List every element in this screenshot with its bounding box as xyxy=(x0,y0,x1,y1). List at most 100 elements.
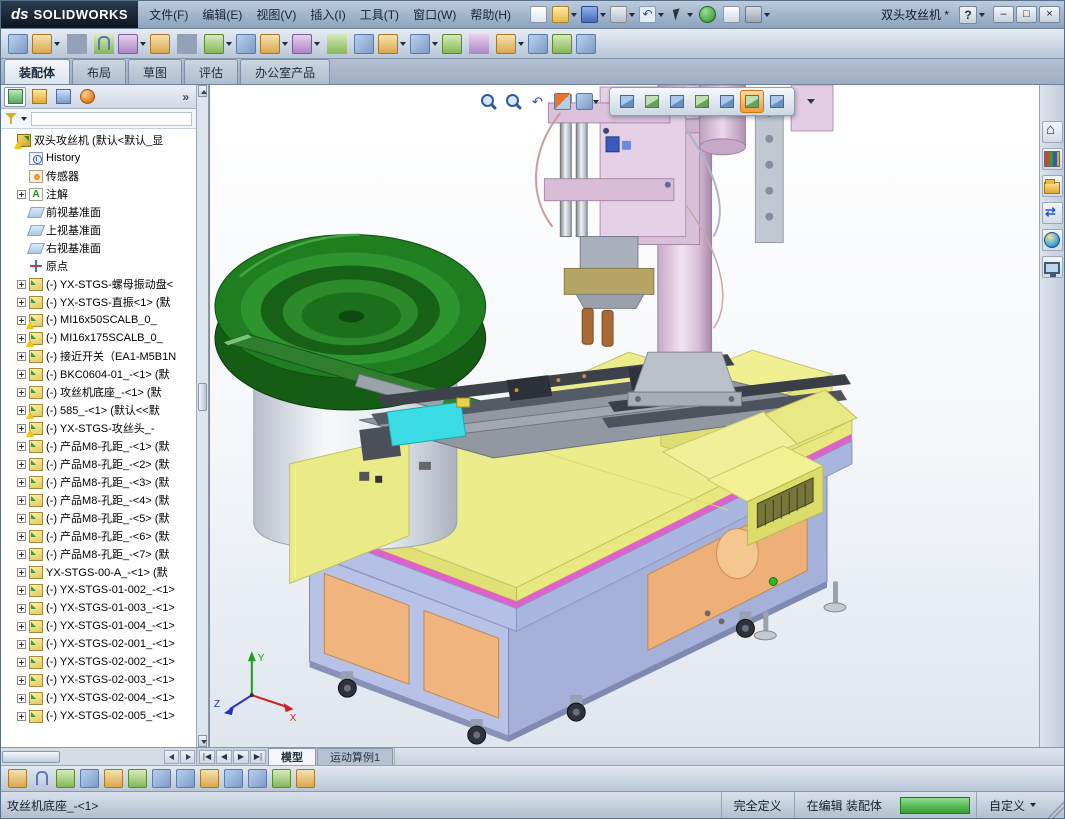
toolbar-button[interactable] xyxy=(637,3,666,27)
toolbar-button[interactable] xyxy=(574,32,598,56)
expand-toggle[interactable] xyxy=(17,603,26,613)
tree-item[interactable]: (-) 产品M8-孔距_-<1> (默 xyxy=(1,437,196,455)
headsup-caret-icon[interactable] xyxy=(807,99,815,104)
tree-item[interactable]: (-) 产品M8-孔距_-<2> (默 xyxy=(1,455,196,473)
dropdown-caret-icon[interactable] xyxy=(140,41,146,46)
toolbar-button[interactable] xyxy=(743,3,772,27)
tree-item[interactable]: (-) YX-STGS-直振<1> (默 xyxy=(1,293,196,311)
tree-item[interactable]: (-) 接近开关（EA1-M5B1N xyxy=(1,347,196,365)
toolbar-button[interactable] xyxy=(125,767,149,791)
dropdown-caret-icon[interactable] xyxy=(282,41,288,46)
scroll-down-button[interactable] xyxy=(198,735,207,747)
3d-model-view[interactable]: Y X Z xyxy=(210,85,1039,747)
filter-caret-icon[interactable] xyxy=(21,116,27,121)
dropdown-caret-icon[interactable] xyxy=(687,12,694,17)
help-caret-icon[interactable] xyxy=(979,12,985,17)
expand-toggle[interactable] xyxy=(17,657,26,667)
expand-toggle[interactable] xyxy=(17,423,26,433)
command-tab[interactable]: 办公室产品 xyxy=(240,59,331,84)
expand-toggle[interactable] xyxy=(17,693,26,703)
tree-item[interactable]: (-) 攻丝机底座_-<1> (默 xyxy=(1,383,196,401)
dropdown-caret-icon[interactable] xyxy=(593,99,599,104)
toolbar-button[interactable] xyxy=(197,767,221,791)
toolbar-button[interactable] xyxy=(53,767,77,791)
task-pane-tab[interactable] xyxy=(1041,256,1063,278)
tree-item[interactable]: 右视基准面 xyxy=(1,239,196,257)
tree-item[interactable]: (-) YX-STGS-螺母振动盘< xyxy=(1,275,196,293)
tree-item[interactable]: (-) 产品M8-孔距_-<4> (默 xyxy=(1,491,196,509)
study-nav-button[interactable]: ▶| xyxy=(250,749,266,764)
expand-toggle[interactable] xyxy=(17,405,26,415)
expand-toggle[interactable] xyxy=(17,279,26,289)
toolbar-button[interactable] xyxy=(202,32,234,56)
command-tab[interactable]: 装配体 xyxy=(4,59,71,84)
view-tool-button[interactable] xyxy=(476,91,499,113)
toolbar-button[interactable] xyxy=(148,32,172,56)
view-tool-button[interactable] xyxy=(526,91,549,113)
dropdown-caret-icon[interactable] xyxy=(629,12,636,17)
study-nav-button[interactable]: ◀ xyxy=(216,749,232,764)
dropdown-caret-icon[interactable] xyxy=(314,41,320,46)
toolbar-button[interactable] xyxy=(6,32,30,56)
resize-grip[interactable] xyxy=(1048,792,1064,818)
tree-vertical-scrollbar[interactable] xyxy=(197,85,209,747)
command-tab[interactable]: 评估 xyxy=(184,59,239,84)
toolbar-button[interactable] xyxy=(173,767,197,791)
expand-toggle[interactable] xyxy=(17,333,26,343)
dropdown-caret-icon[interactable] xyxy=(400,41,406,46)
panel-tab[interactable] xyxy=(76,87,98,107)
expand-toggle[interactable] xyxy=(17,621,26,631)
help-button[interactable]: ? xyxy=(959,5,977,24)
expand-toggle[interactable] xyxy=(17,189,26,199)
study-tab[interactable]: 运动算例1 xyxy=(317,748,394,765)
menu-item[interactable]: 插入(I) xyxy=(303,4,352,25)
toolbar-button[interactable] xyxy=(245,767,269,791)
expand-toggle[interactable] xyxy=(17,297,26,307)
tree-item[interactable]: (-) YX-STGS-02-001_-<1> xyxy=(1,635,196,653)
panel-tab[interactable] xyxy=(28,87,50,107)
tree-item[interactable]: 原点 xyxy=(1,257,196,275)
scroll-up-button[interactable] xyxy=(198,85,207,97)
tree-item[interactable]: (-) YX-STGS-02-002_-<1> xyxy=(1,653,196,671)
toolbar-button[interactable] xyxy=(440,32,464,56)
dropdown-caret-icon[interactable] xyxy=(226,41,232,46)
menu-item[interactable]: 编辑(E) xyxy=(195,4,249,25)
toolbar-button[interactable] xyxy=(550,32,574,56)
toolbar-button[interactable] xyxy=(116,32,148,56)
expand-toggle[interactable] xyxy=(17,441,26,451)
toolbar-button[interactable] xyxy=(550,3,579,27)
toolbar-button[interactable] xyxy=(494,32,526,56)
tree-item[interactable]: (-) 产品M8-孔距_-<6> (默 xyxy=(1,527,196,545)
tree-item[interactable]: 传感器 xyxy=(1,167,196,185)
tree-item[interactable]: (-) YX-STGS-攻丝头_- xyxy=(1,419,196,437)
expand-toggle[interactable] xyxy=(17,513,26,523)
toolbar-button[interactable] xyxy=(526,32,550,56)
expand-toggle[interactable] xyxy=(17,315,26,325)
tree-item[interactable]: (-) 585_-<1> (默认<<默 xyxy=(1,401,196,419)
task-pane-tab[interactable] xyxy=(1041,121,1063,143)
view-setting-button[interactable] xyxy=(740,90,764,113)
tree-item[interactable]: (-) YX-STGS-01-002_-<1> xyxy=(1,581,196,599)
expand-toggle[interactable] xyxy=(17,531,26,541)
filter-input[interactable] xyxy=(31,111,192,126)
scrollbar-thumb[interactable] xyxy=(198,383,207,411)
dropdown-caret-icon[interactable] xyxy=(432,41,438,46)
panel-tab[interactable] xyxy=(52,87,74,107)
scroll-right-button[interactable] xyxy=(180,749,195,764)
toolbar-button[interactable] xyxy=(579,3,608,27)
toolbar-button[interactable] xyxy=(608,3,637,27)
scrollbar-thumb[interactable] xyxy=(2,750,60,763)
toolbar-button[interactable] xyxy=(408,32,440,56)
expand-toggle[interactable] xyxy=(17,351,26,361)
panel-overflow-chevron[interactable]: » xyxy=(178,90,193,104)
tree-item[interactable]: (-) YX-STGS-02-003_-<1> xyxy=(1,671,196,689)
panel-tab[interactable] xyxy=(4,86,26,107)
toolbar-button[interactable] xyxy=(464,32,494,56)
toolbar-button[interactable] xyxy=(322,32,352,56)
toolbar-button[interactable] xyxy=(258,32,290,56)
toolbar-button[interactable] xyxy=(62,32,92,56)
expand-toggle[interactable] xyxy=(17,495,26,505)
expand-toggle[interactable] xyxy=(17,675,26,685)
study-tab[interactable]: 模型 xyxy=(268,748,316,765)
toolbar-button[interactable] xyxy=(149,767,173,791)
